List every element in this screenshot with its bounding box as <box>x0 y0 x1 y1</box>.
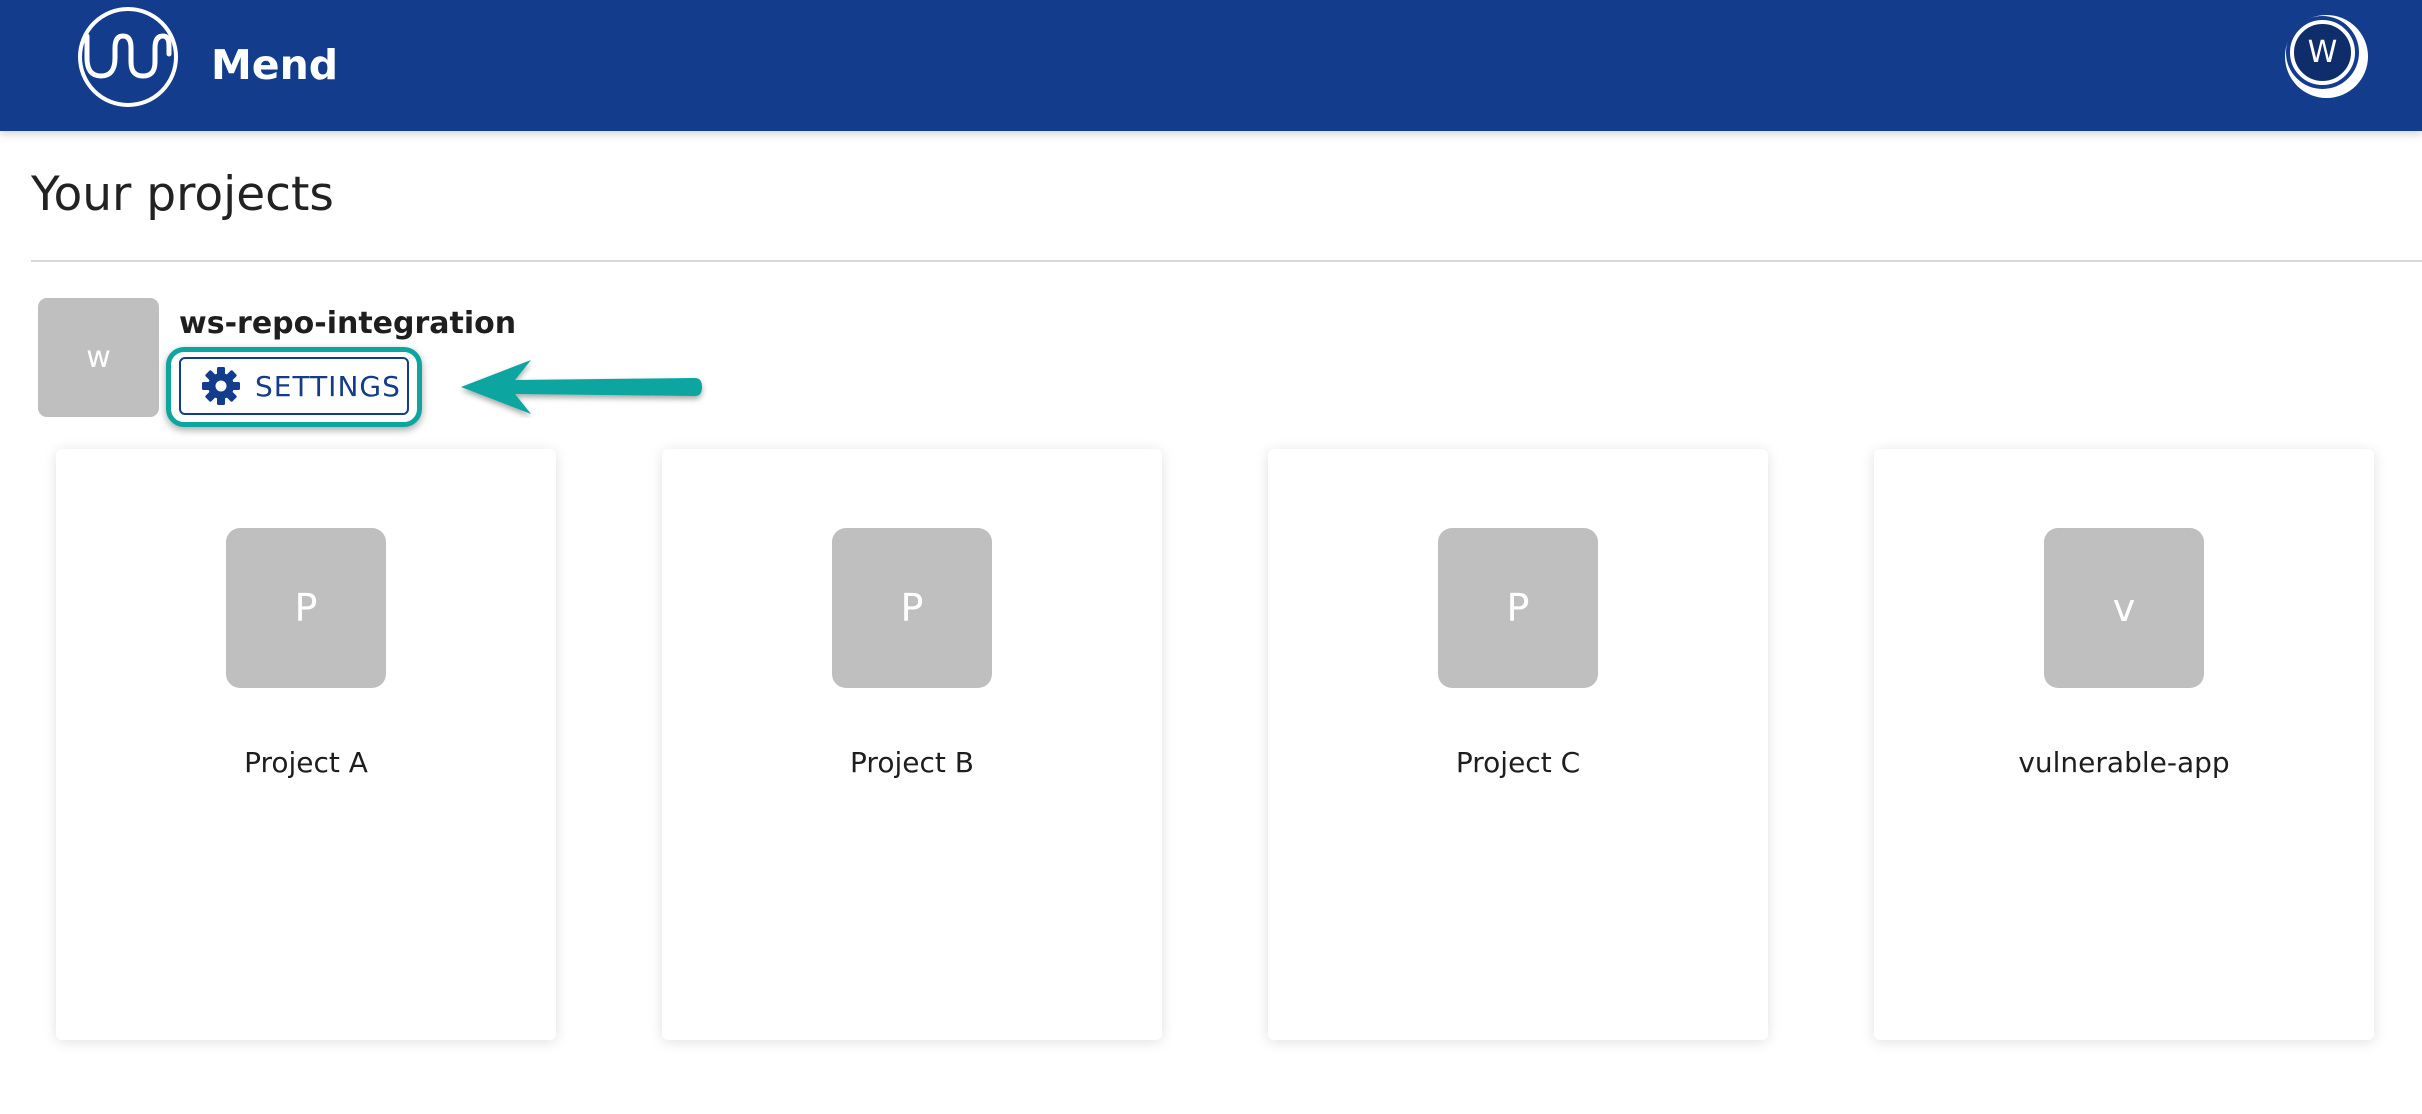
project-name: Project C <box>1455 746 1581 779</box>
project-avatar: P <box>226 528 386 688</box>
project-name: Project B <box>850 746 974 779</box>
page-title: Your projects <box>31 167 334 222</box>
gear-icon <box>202 367 240 405</box>
project-avatar: v <box>2044 528 2204 688</box>
organization-name: ws-repo-integration <box>179 306 517 341</box>
project-card-project-c[interactable]: P Project C <box>1268 449 1768 1040</box>
pointer-arrow-annotation <box>461 360 702 414</box>
top-navigation-bar: Mend W <box>0 0 2422 131</box>
settings-button-label: SETTINGS <box>255 369 401 403</box>
project-card-project-a[interactable]: P Project A <box>56 449 556 1040</box>
project-card-project-b[interactable]: P Project B <box>662 449 1162 1040</box>
project-avatar: P <box>832 528 992 688</box>
project-card-vulnerable-app[interactable]: v vulnerable-app <box>1874 449 2374 1040</box>
brand-name: Mend <box>211 41 339 89</box>
mend-logo-icon[interactable] <box>77 6 179 108</box>
user-avatar-button[interactable]: W <box>2285 15 2368 98</box>
title-divider <box>31 260 2422 262</box>
project-name: vulnerable-app <box>2018 746 2230 779</box>
settings-button[interactable]: SETTINGS <box>179 357 409 415</box>
project-avatar: P <box>1438 528 1598 688</box>
project-name: Project A <box>244 746 368 779</box>
user-avatar-initial: W <box>2290 20 2355 85</box>
organization-avatar: w <box>38 298 159 417</box>
